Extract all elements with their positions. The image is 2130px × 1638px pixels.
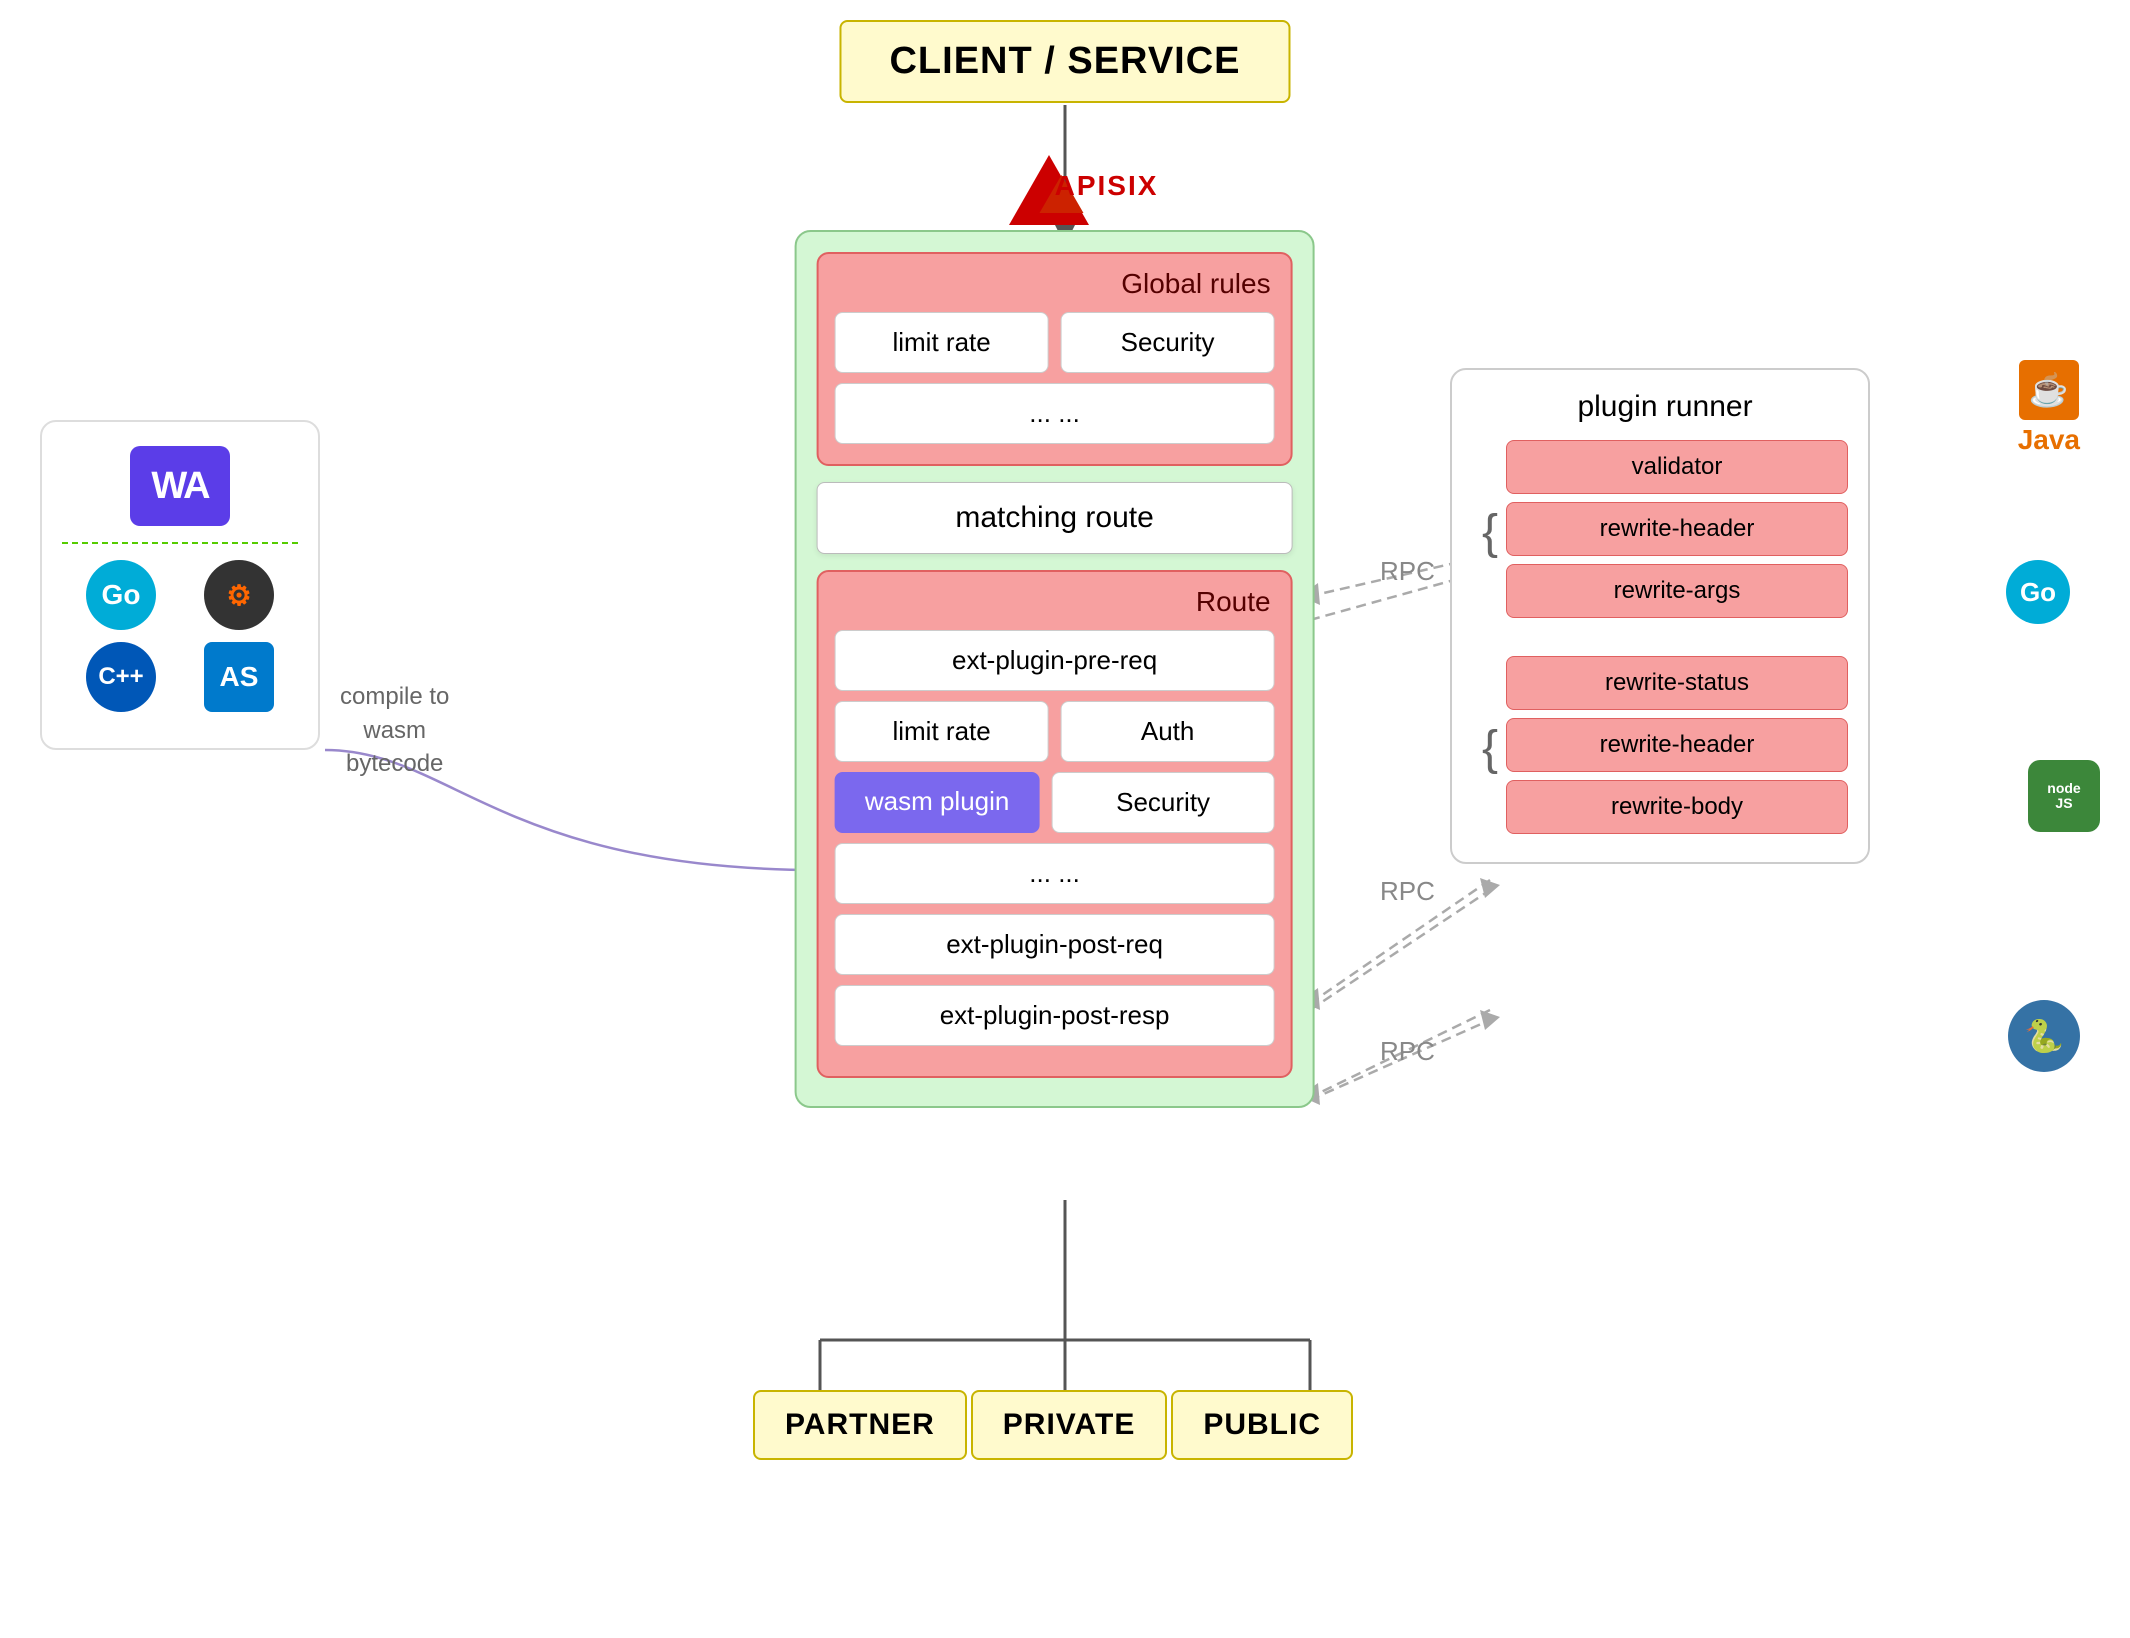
limit-rate-plugin-global: limit rate bbox=[835, 312, 1049, 373]
rewrite-header-1: rewrite-header bbox=[1506, 502, 1848, 556]
client-service-box: CLIENT / SERVICE bbox=[839, 20, 1290, 103]
global-rules-ellipsis: ... ... bbox=[835, 383, 1275, 444]
python-icon-area: 🐍 bbox=[2008, 1000, 2080, 1072]
security-plugin-global: Security bbox=[1061, 312, 1275, 373]
as-icon: AS bbox=[204, 642, 274, 712]
go-icon-right-area: Go bbox=[2006, 560, 2070, 624]
matching-route-box: matching route bbox=[817, 482, 1293, 554]
global-rules-title: Global rules bbox=[835, 268, 1275, 300]
wasm-security-row: wasm plugin Security bbox=[835, 772, 1275, 833]
rpc-group-2: { rewrite-status rewrite-header rewrite-… bbox=[1482, 656, 1848, 842]
public-box: PUBLIC bbox=[1171, 1390, 1353, 1460]
ext-plugin-pre-req: ext-plugin-pre-req bbox=[835, 630, 1275, 691]
rpc-group-2-items: rewrite-status rewrite-header rewrite-bo… bbox=[1506, 656, 1848, 842]
compile-label: compile towasmbytecode bbox=[340, 680, 449, 781]
plugin-runner-title: plugin runner bbox=[1482, 390, 1848, 424]
auth-plugin: Auth bbox=[1061, 701, 1275, 762]
go-right-icon: Go bbox=[2006, 560, 2070, 624]
apisix-logo: APISIX bbox=[1055, 170, 1159, 202]
dots-row: ... ... bbox=[835, 843, 1275, 904]
ext-plugin-post-resp: ext-plugin-post-resp bbox=[835, 985, 1275, 1046]
rewrite-body: rewrite-body bbox=[1506, 780, 1848, 834]
left-divider bbox=[62, 542, 298, 544]
main-green-container: Global rules limit rate Security ... ...… bbox=[795, 230, 1315, 1108]
wa-badge: WA bbox=[130, 446, 230, 526]
brace-2: { bbox=[1482, 725, 1498, 773]
nodejs-icon: nodeJS bbox=[2028, 760, 2100, 832]
rpc-group-1-items: validator rewrite-header rewrite-args bbox=[1506, 440, 1848, 626]
go-icon-left: Go bbox=[86, 560, 156, 630]
svg-text:RPC: RPC bbox=[1380, 876, 1435, 906]
rewrite-args: rewrite-args bbox=[1506, 564, 1848, 618]
ext-post-req-row: ext-plugin-post-req bbox=[835, 914, 1275, 975]
ext-post-resp-row: ext-plugin-post-resp bbox=[835, 985, 1275, 1046]
private-box: PRIVATE bbox=[971, 1390, 1168, 1460]
nodejs-icon-area: nodeJS bbox=[2028, 760, 2100, 836]
destination-boxes: PARTNER PRIVATE PUBLIC bbox=[753, 1390, 1353, 1460]
security-plugin-route: Security bbox=[1052, 772, 1275, 833]
route-ellipsis: ... ... bbox=[835, 843, 1275, 904]
python-icon: 🐍 bbox=[2008, 1000, 2080, 1072]
svg-text:RPC: RPC bbox=[1380, 1036, 1435, 1066]
rewrite-status: rewrite-status bbox=[1506, 656, 1848, 710]
svg-text:RPC: RPC bbox=[1380, 556, 1435, 586]
limit-rate-plugin-route: limit rate bbox=[835, 701, 1049, 762]
ext-pre-req-row: ext-plugin-pre-req bbox=[835, 630, 1275, 691]
validator-plugin: validator bbox=[1506, 440, 1848, 494]
ext-plugin-post-req: ext-plugin-post-req bbox=[835, 914, 1275, 975]
route-title: Route bbox=[835, 586, 1275, 618]
global-rules-box: Global rules limit rate Security ... ... bbox=[817, 252, 1293, 466]
java-label: Java bbox=[2018, 424, 2080, 456]
global-rules-plugins-row: limit rate Security bbox=[835, 312, 1275, 373]
go-rust-row: Go ⚙ bbox=[62, 560, 298, 630]
rewrite-header-2: rewrite-header bbox=[1506, 718, 1848, 772]
route-box: Route ext-plugin-pre-req limit rate Auth… bbox=[817, 570, 1293, 1078]
wasm-plugin: wasm plugin bbox=[835, 772, 1040, 833]
java-icon: ☕ bbox=[2019, 360, 2079, 420]
rust-icon: ⚙ bbox=[204, 560, 274, 630]
brace-1: { bbox=[1482, 509, 1498, 557]
cpp-icon: C++ bbox=[86, 642, 156, 712]
rpc-group-1: { validator rewrite-header rewrite-args bbox=[1482, 440, 1848, 626]
plugin-runner-panel: plugin runner { validator rewrite-header… bbox=[1450, 368, 1870, 864]
left-panel: WA Go ⚙ C++ AS bbox=[40, 420, 320, 750]
partner-box: PARTNER bbox=[753, 1390, 967, 1460]
cpp-as-row: C++ AS bbox=[62, 642, 298, 712]
java-icon-area: ☕ Java bbox=[2018, 360, 2080, 456]
limit-auth-row: limit rate Auth bbox=[835, 701, 1275, 762]
